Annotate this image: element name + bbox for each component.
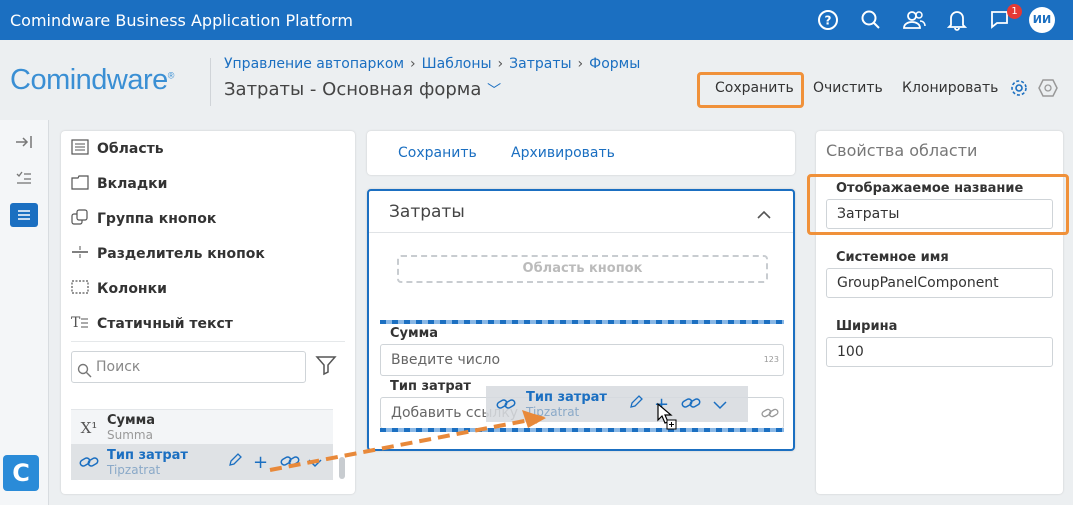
width-input[interactable]: 100 bbox=[826, 337, 1053, 367]
system-name-label: Системное имя bbox=[836, 250, 949, 265]
width-label: Ширина bbox=[836, 319, 898, 334]
properties-title: Свойства области bbox=[826, 141, 978, 160]
system-name-input[interactable]: GroupPanelComponent bbox=[826, 268, 1053, 298]
display-name-highlight bbox=[807, 174, 1069, 235]
